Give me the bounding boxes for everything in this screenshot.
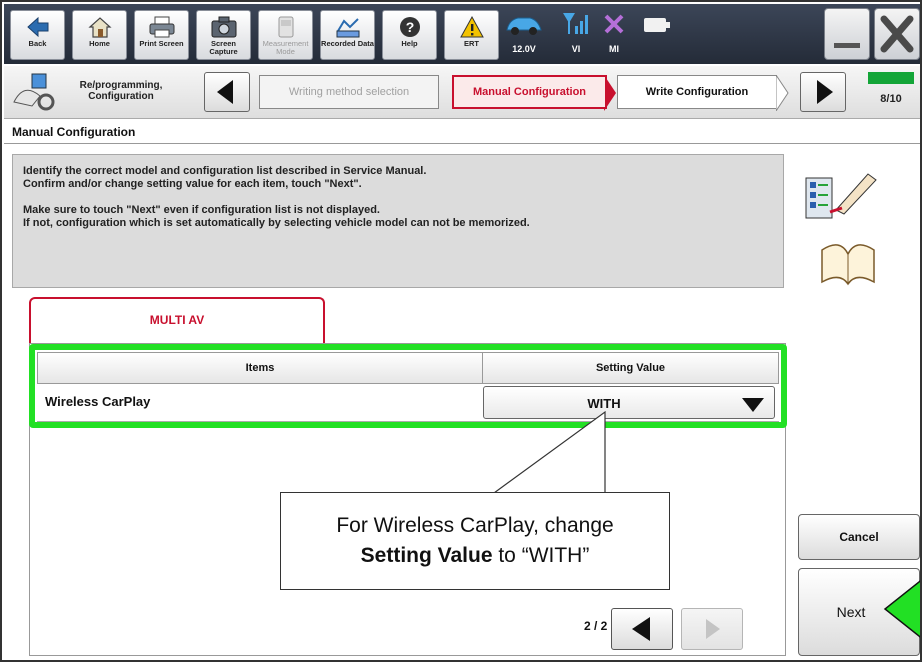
close-icon xyxy=(880,15,914,53)
printer-icon xyxy=(149,16,174,38)
close-button[interactable] xyxy=(874,8,920,60)
svg-text:?: ? xyxy=(405,19,414,35)
signal-strength-icon xyxy=(563,13,588,34)
triangle-right-icon xyxy=(706,619,720,639)
ert-button[interactable]: ERT xyxy=(444,10,499,60)
callout-line-2-text: to “WITH” xyxy=(492,544,590,567)
service-manual-icon xyxy=(805,173,877,286)
home-icon xyxy=(87,17,112,38)
step-writing-method: Writing method selection xyxy=(259,75,439,109)
measurement-mode-button[interactable]: Measurement Mode xyxy=(258,10,313,60)
warning-icon xyxy=(459,15,484,38)
minimize-button[interactable] xyxy=(824,8,870,60)
toolbar: Back Home Print Screen Screen Capture Me… xyxy=(4,4,920,64)
measurement-mode-label: Measurement Mode xyxy=(262,39,309,56)
reprogramming-icon xyxy=(13,73,55,111)
home-button[interactable]: Home xyxy=(72,10,127,60)
callout-line-2: Setting Value to “WITH” xyxy=(281,541,669,571)
step-progress: 8/10 xyxy=(866,72,916,112)
step-back-button[interactable] xyxy=(204,72,250,112)
triangle-left-icon xyxy=(632,617,650,641)
callout-line-1: For Wireless CarPlay, change xyxy=(336,514,614,537)
step-bar: Re/programming, Configuration Writing me… xyxy=(4,66,920,119)
back-label: Back xyxy=(28,39,47,48)
instruction-line: Make sure to touch "Next" even if config… xyxy=(23,204,380,216)
highlight-box xyxy=(29,344,787,428)
back-arrow-icon xyxy=(26,16,48,38)
page-title: Manual Configuration xyxy=(12,125,136,139)
recorded-data-button[interactable]: Recorded Data xyxy=(320,10,375,60)
instruction-line: If not, configuration which is set autom… xyxy=(23,217,530,229)
instruction-line: Identify the correct model and configura… xyxy=(23,165,427,177)
cancel-button[interactable]: Cancel xyxy=(798,514,920,560)
callout-emphasis: Setting Value xyxy=(360,544,493,567)
help-button[interactable]: ? Help xyxy=(382,10,437,60)
callout-note: For Wireless CarPlay, change Setting Val… xyxy=(280,492,670,590)
battery-icon xyxy=(644,18,670,32)
instruction-line: Confirm and/or change setting value for … xyxy=(23,178,362,190)
page-prev-button[interactable] xyxy=(611,608,673,650)
recorded-data-label: Recorded Data xyxy=(321,39,374,48)
divider xyxy=(4,143,920,144)
vi-label: VI xyxy=(571,44,581,54)
screen-capture-button[interactable]: Screen Capture xyxy=(196,10,251,60)
help-label: Help xyxy=(401,39,418,48)
vehicle-icon xyxy=(506,17,542,35)
print-screen-button[interactable]: Print Screen xyxy=(134,10,189,60)
section-label: Re/programming, Configuration xyxy=(79,80,163,102)
meter-icon xyxy=(278,16,293,38)
step-manual-configuration: Manual Configuration xyxy=(452,75,607,109)
triangle-right-icon xyxy=(817,80,833,104)
camera-icon xyxy=(211,16,236,38)
step-chevron-icon xyxy=(776,75,789,111)
recorded-data-icon xyxy=(336,18,359,38)
ert-label: ERT xyxy=(464,39,479,48)
step-forward-button[interactable] xyxy=(800,72,846,112)
instruction-box: Identify the correct model and configura… xyxy=(12,154,784,288)
tab-multi-av[interactable]: MULTI AV xyxy=(29,297,325,345)
page-indicator: 2 / 2 xyxy=(584,619,608,633)
consult-window: Back Home Print Screen Screen Capture Me… xyxy=(0,0,922,662)
triangle-left-icon xyxy=(217,80,233,104)
step-write-configuration: Write Configuration xyxy=(617,75,777,109)
green-pointer-icon xyxy=(883,580,920,638)
print-screen-label: Print Screen xyxy=(139,39,184,48)
home-label: Home xyxy=(89,39,110,48)
help-icon: ? xyxy=(399,17,420,37)
mi-disconnected-icon xyxy=(604,14,624,34)
screen-capture-label: Screen Capture xyxy=(209,39,238,56)
page-next-button[interactable] xyxy=(681,608,743,650)
back-button[interactable]: Back xyxy=(10,10,65,60)
progress-bar xyxy=(868,72,914,84)
progress-label: 8/10 xyxy=(880,93,902,105)
mi-label: MI xyxy=(609,44,619,54)
voltage-readout: 12.0V xyxy=(512,44,536,54)
